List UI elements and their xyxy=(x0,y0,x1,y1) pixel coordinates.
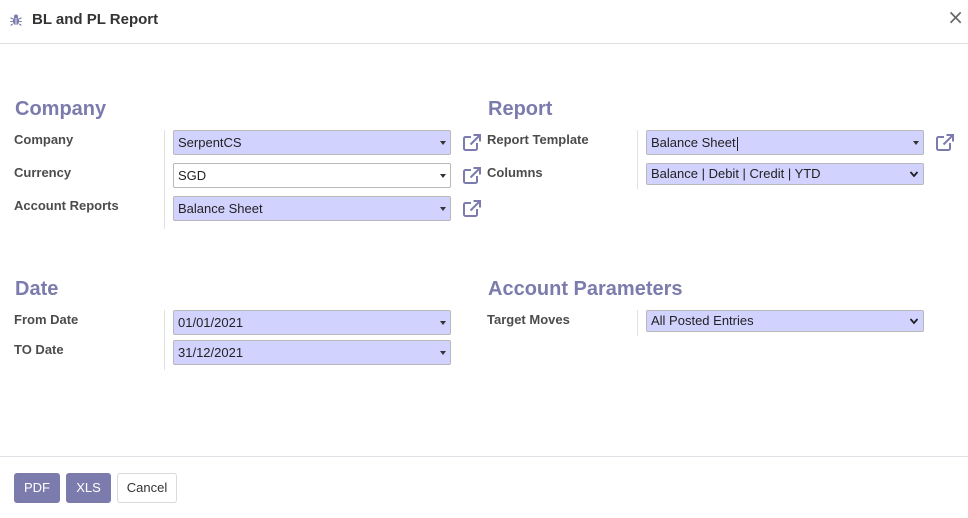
account-reports-label: Account Reports xyxy=(14,198,119,213)
caret-down-icon xyxy=(440,351,446,355)
target-moves-label: Target Moves xyxy=(487,312,570,327)
date-section-title: Date xyxy=(15,278,59,300)
caret-down-icon xyxy=(440,207,446,211)
report-template-select[interactable]: Balance Sheet xyxy=(646,130,924,155)
columns-value: Balance | Debit | Credit | YTD xyxy=(651,166,821,181)
caret-down-icon xyxy=(440,321,446,325)
caret-down-icon xyxy=(440,174,446,178)
external-link-icon[interactable] xyxy=(935,133,955,152)
dialog-header: BL and PL Report × xyxy=(0,0,968,44)
pdf-button[interactable]: PDF xyxy=(14,473,60,503)
report-section-title: Report xyxy=(488,98,553,120)
currency-label: Currency xyxy=(14,165,72,180)
to-date-value: 31/12/2021 xyxy=(178,345,244,360)
text-cursor xyxy=(736,136,738,151)
account-reports-value: Balance Sheet xyxy=(178,201,263,216)
from-date-input[interactable]: 01/01/2021 xyxy=(173,310,451,335)
cancel-button[interactable]: Cancel xyxy=(117,473,177,503)
external-link-icon[interactable] xyxy=(462,166,482,185)
from-date-value: 01/01/2021 xyxy=(178,315,244,330)
account-reports-select[interactable]: Balance Sheet xyxy=(173,196,451,221)
close-icon[interactable]: × xyxy=(947,6,964,28)
report-divider xyxy=(637,130,638,189)
company-select[interactable]: SerpentCS xyxy=(173,130,451,155)
dialog-footer xyxy=(0,456,968,457)
external-link-icon[interactable] xyxy=(462,133,482,152)
target-moves-select[interactable]: All Posted Entries xyxy=(646,310,924,332)
chevron-down-icon xyxy=(909,169,919,179)
bug-icon xyxy=(10,14,22,26)
xls-button[interactable]: XLS xyxy=(66,473,111,503)
from-date-label: From Date xyxy=(14,312,79,327)
report-template-label: Report Template xyxy=(487,132,589,147)
caret-down-icon xyxy=(440,141,446,145)
report-template-value: Balance Sheet xyxy=(651,135,736,150)
currency-value: SGD xyxy=(178,168,207,183)
chevron-down-icon xyxy=(909,316,919,326)
caret-down-icon xyxy=(913,141,919,145)
dialog-title: BL and PL Report xyxy=(32,11,159,28)
columns-label: Columns xyxy=(487,165,543,180)
account-parameters-divider xyxy=(637,310,638,336)
columns-select[interactable]: Balance | Debit | Credit | YTD xyxy=(646,163,924,185)
to-date-input[interactable]: 31/12/2021 xyxy=(173,340,451,365)
currency-select[interactable]: SGD xyxy=(173,163,451,188)
account-parameters-section-title: Account Parameters xyxy=(488,278,683,300)
company-label: Company xyxy=(14,132,74,147)
company-section-title: Company xyxy=(15,98,107,120)
target-moves-value: All Posted Entries xyxy=(651,313,754,328)
external-link-icon[interactable] xyxy=(462,199,482,218)
date-divider xyxy=(164,310,165,370)
company-value: SerpentCS xyxy=(178,135,242,150)
company-divider xyxy=(164,130,165,229)
to-date-label: TO Date xyxy=(14,342,64,357)
